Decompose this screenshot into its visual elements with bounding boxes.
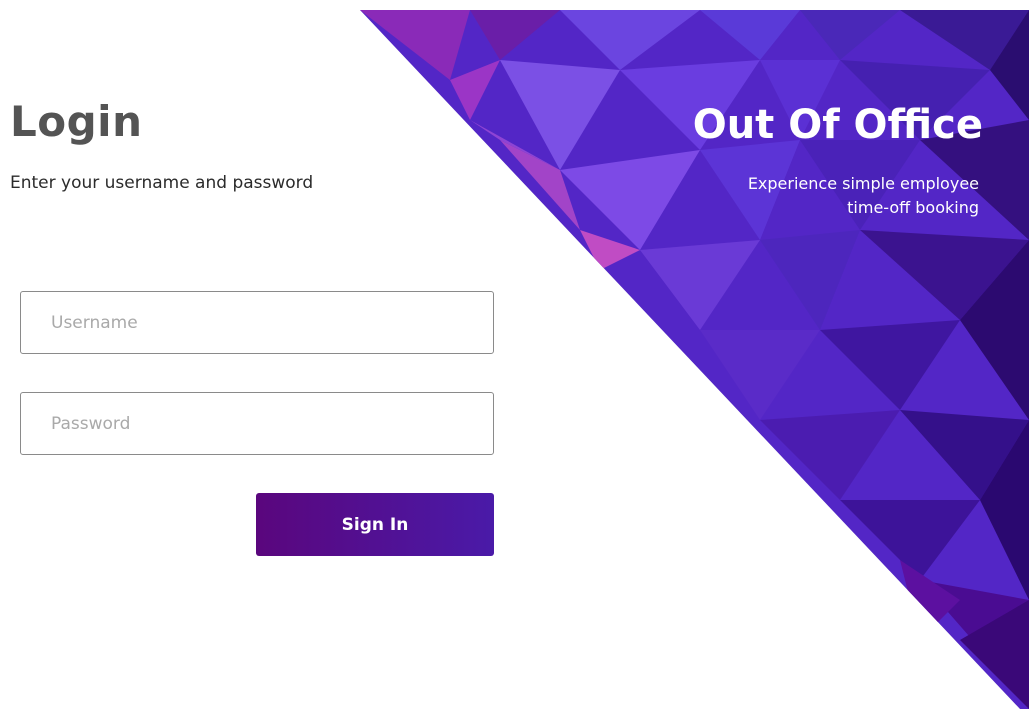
brand-tagline-line-1: Experience simple employee — [747, 174, 979, 193]
login-title: Login — [10, 97, 143, 146]
login-subtitle: Enter your username and password — [10, 173, 314, 193]
brand-tagline-line-2: time-off booking — [847, 198, 979, 217]
username-input[interactable] — [20, 291, 494, 354]
brand-title: Out Of Office — [692, 102, 983, 148]
brand-tagline: Experience simple employee time-off book… — [659, 172, 979, 220]
login-page: Login Enter your username and password S… — [0, 0, 1029, 709]
sign-in-button[interactable]: Sign In — [256, 493, 494, 556]
password-input[interactable] — [20, 392, 494, 455]
